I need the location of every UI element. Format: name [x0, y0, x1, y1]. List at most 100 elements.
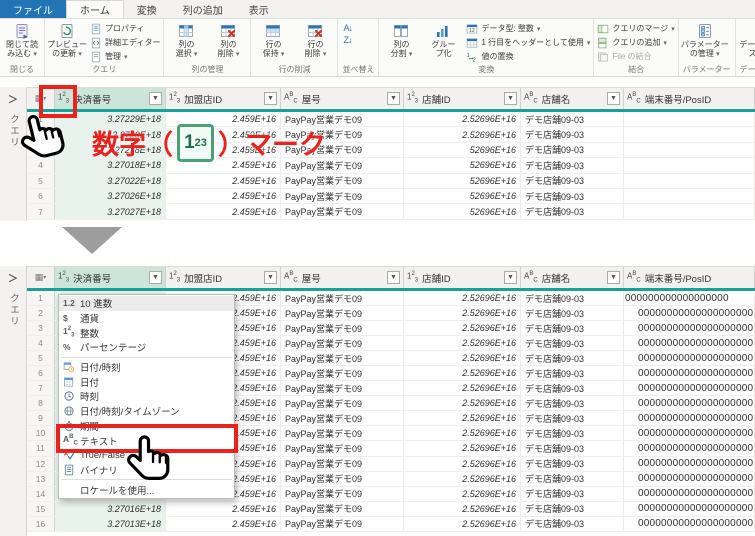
row-number[interactable]: 3	[27, 321, 55, 335]
table-cell[interactable]: PayPay営業デモ09	[281, 366, 404, 380]
data-type-button[interactable]: 12 データ型: 整数 ▾	[466, 22, 590, 35]
row-number[interactable]: 14	[27, 487, 55, 501]
table-cell[interactable]: PayPay営業デモ09	[281, 351, 404, 365]
append-queries-button[interactable]: クエリの追加 ▾	[597, 36, 674, 49]
keep-rows-button[interactable]: 行の 保持 ▾	[252, 20, 294, 64]
row-number[interactable]: 12	[27, 457, 55, 471]
table-cell[interactable]: 00000000000000000000	[624, 366, 755, 380]
row-number[interactable]: 9	[27, 411, 55, 425]
column-header-3[interactable]: ABC屋号▼	[281, 88, 404, 109]
table-cell[interactable]: デモ店舗09-03	[521, 381, 624, 395]
row-number[interactable]: 5	[27, 351, 55, 365]
table-cell[interactable]: デモ店舗09-03	[521, 306, 624, 320]
table-cell[interactable]: PayPay営業デモ09	[281, 411, 404, 425]
table-cell[interactable]: 2.52696E+16	[404, 127, 521, 141]
table-cell[interactable]: 2.52696E+16	[404, 291, 521, 305]
properties-button[interactable]: プロパティ	[90, 22, 160, 35]
table-cell[interactable]: PayPay営業デモ09	[281, 321, 404, 335]
column-header-2[interactable]: 123加盟店ID▼	[166, 88, 281, 109]
table-cell[interactable]: 2.52696E+16	[404, 381, 521, 395]
row-number[interactable]: 1	[27, 291, 55, 305]
table-cell[interactable]: 2.52696E+16	[404, 306, 521, 320]
row-number[interactable]: 7	[27, 204, 55, 218]
table-cell[interactable]: デモ店舗09-03	[521, 517, 624, 531]
filter-dropdown-button[interactable]: ▼	[607, 271, 620, 284]
column-header-5[interactable]: ABC店舗名▼	[521, 88, 624, 109]
table-cell[interactable]: 2.52696E+16	[404, 411, 521, 425]
number-type-icon[interactable]: 123	[169, 92, 180, 104]
replace-values-button[interactable]: 12 値の置換	[466, 50, 590, 63]
filter-dropdown-button[interactable]: ▼	[149, 92, 162, 105]
manage-parameters-button[interactable]: パラメーター の管理 ▾	[680, 20, 730, 64]
number-type-icon[interactable]: 123	[169, 271, 180, 283]
menu-item-[interactable]: 日付/時刻	[59, 360, 234, 375]
table-cell[interactable]: デモ店舗09-03	[521, 426, 624, 440]
choose-columns-button[interactable]: 列の 選択 ▾	[165, 20, 207, 64]
split-column-button[interactable]: 列の 分割 ▾	[380, 20, 422, 64]
row-number[interactable]: 16	[27, 517, 55, 531]
table-cell[interactable]: PayPay営業デモ09	[281, 517, 404, 531]
table-cell[interactable]: 2.52696E+16	[404, 426, 521, 440]
table-cell[interactable]	[624, 112, 755, 126]
table-cell[interactable]: 00000000000000000000	[624, 351, 755, 365]
row-number[interactable]: 15	[27, 502, 55, 516]
table-cell[interactable]: デモ店舗09-03	[521, 441, 624, 455]
row-number[interactable]: 6	[27, 366, 55, 380]
menu-item-10[interactable]: 1.210 進数	[59, 296, 234, 311]
table-cell[interactable]: 2.52696E+16	[404, 321, 521, 335]
use-first-row-button[interactable]: 1 行目をヘッダーとして使用 ▾	[466, 36, 590, 49]
table-cell[interactable]: デモ店舗09-03	[521, 127, 624, 141]
table-cell[interactable]: 2.52696E+16	[404, 517, 521, 531]
menu-item-[interactable]: 時刻	[59, 389, 234, 404]
sort-descending-icon[interactable]: Z↓	[343, 35, 352, 45]
table-cell[interactable]: PayPay営業デモ09	[281, 306, 404, 320]
number-type-icon[interactable]: 123	[407, 92, 418, 104]
merge-queries-button[interactable]: クエリのマージ ▾	[597, 22, 674, 35]
refresh-preview-button[interactable]: プレビュー の更新 ▾	[46, 20, 88, 64]
table-cell[interactable]: デモ店舗09-03	[521, 396, 624, 410]
table-cell[interactable]: 2.52696E+16	[404, 336, 521, 350]
table-cell[interactable]: PayPay営業デモ09	[281, 396, 404, 410]
data-source-settings-button[interactable]: データ ソー ス設定	[737, 20, 755, 64]
text-type-icon[interactable]: ABC	[627, 271, 641, 283]
table-cell[interactable]: PayPay営業デモ09	[281, 291, 404, 305]
table-cell[interactable]: 52696E+16	[404, 189, 521, 203]
row-number[interactable]: 4	[27, 336, 55, 350]
tab-home[interactable]: ホーム	[66, 0, 124, 18]
tab-file[interactable]: ファイル	[0, 0, 66, 18]
text-type-icon[interactable]: ABC	[627, 92, 641, 104]
table-cell[interactable]: 000000000000000000	[624, 291, 755, 305]
text-type-icon[interactable]: ABC	[524, 271, 538, 283]
table-cell[interactable]: 3.27026E+18	[55, 189, 166, 203]
table-cell[interactable]: デモ店舗09-03	[521, 351, 624, 365]
table-cell[interactable]: 00000000000000000000	[624, 502, 755, 516]
table-cell[interactable]: 2.459E+16	[166, 189, 281, 203]
tab-view[interactable]: 表示	[236, 0, 282, 18]
table-cell[interactable]: 2.459E+16	[166, 204, 281, 218]
table-cell[interactable]	[624, 143, 755, 157]
tab-transform[interactable]: 変換	[124, 0, 170, 18]
number-type-icon[interactable]: 123	[58, 271, 69, 283]
menu-item-[interactable]: 日付	[59, 374, 234, 389]
table-cell[interactable]: デモ店舗09-03	[521, 204, 624, 218]
table-cell[interactable]: 2.52696E+16	[404, 441, 521, 455]
table-cell[interactable]: デモ店舗09-03	[521, 411, 624, 425]
table-cell[interactable]: PayPay営業デモ09	[281, 381, 404, 395]
menu-item-[interactable]: %パーセンテージ	[59, 340, 234, 355]
table-cell[interactable]: デモ店舗09-03	[521, 143, 624, 157]
table-cell[interactable]: デモ店舗09-03	[521, 321, 624, 335]
table-cell[interactable]: デモ店舗09-03	[521, 189, 624, 203]
table-cell[interactable]: デモ店舗09-03	[521, 336, 624, 350]
table-cell[interactable]: PayPay営業デモ09	[281, 457, 404, 471]
table-cell[interactable]: PayPay営業デモ09	[281, 174, 404, 188]
table-cell[interactable]: 00000000000000000000	[624, 321, 755, 335]
table-cell[interactable]: PayPay営業デモ09	[281, 472, 404, 486]
column-header-5[interactable]: ABC店舗名▼	[521, 267, 624, 288]
table-cell[interactable]: PayPay営業デモ09	[281, 336, 404, 350]
text-type-icon[interactable]: ABC	[524, 92, 538, 104]
table-cell[interactable]: 00000000000000000000	[624, 472, 755, 486]
column-header-6[interactable]: ABC端末番号/PosID	[624, 267, 755, 288]
table-cell[interactable]: 52696E+16	[404, 174, 521, 188]
row-number[interactable]: 10	[27, 426, 55, 440]
filter-dropdown-button[interactable]: ▼	[504, 271, 517, 284]
